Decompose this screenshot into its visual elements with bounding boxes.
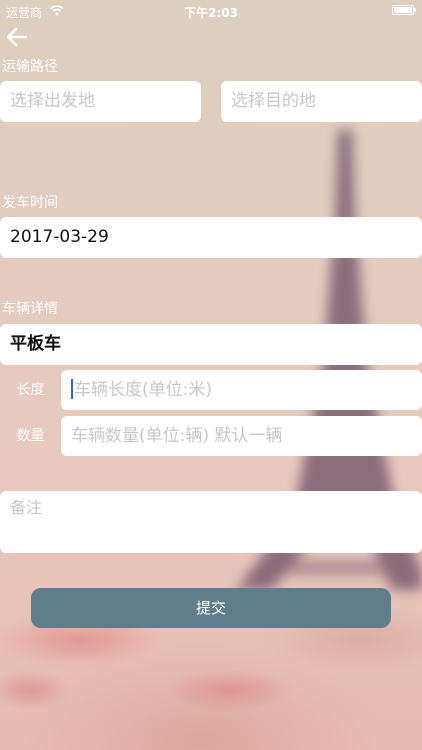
battery-level — [394, 7, 412, 13]
route-section-label: 运输路径 — [2, 59, 58, 75]
length-label: 长度 — [16, 382, 45, 398]
vehicle-count-input[interactable]: 车辆数量(单位:辆) 默认一辆 — [61, 416, 422, 456]
vehicle-type-field[interactable]: 平板车 — [0, 324, 422, 365]
back-button[interactable] — [4, 24, 30, 50]
vehicle-length-input[interactable]: 车辆长度(单位:米) — [61, 370, 422, 410]
text-caret — [71, 379, 73, 399]
origin-select[interactable]: 选择出发地 — [0, 81, 201, 122]
battery-icon — [392, 5, 416, 15]
departure-date-field[interactable]: 2017-03-29 — [0, 217, 422, 258]
submit-button[interactable]: 提交 — [31, 588, 391, 628]
departure-section-label: 发车时间 — [2, 195, 58, 211]
notes-textarea[interactable]: 备注 — [0, 491, 422, 553]
vehicle-section-label: 车辆详情 — [2, 301, 58, 317]
status-bar: 运营商 下午2:03 — [0, 0, 422, 22]
count-label: 数量 — [16, 428, 45, 444]
arrow-left-icon — [6, 27, 28, 47]
destination-select[interactable]: 选择目的地 — [221, 81, 422, 122]
status-time: 下午2:03 — [184, 6, 238, 20]
vehicle-length-placeholder: 车辆长度(单位:米) — [74, 380, 212, 400]
